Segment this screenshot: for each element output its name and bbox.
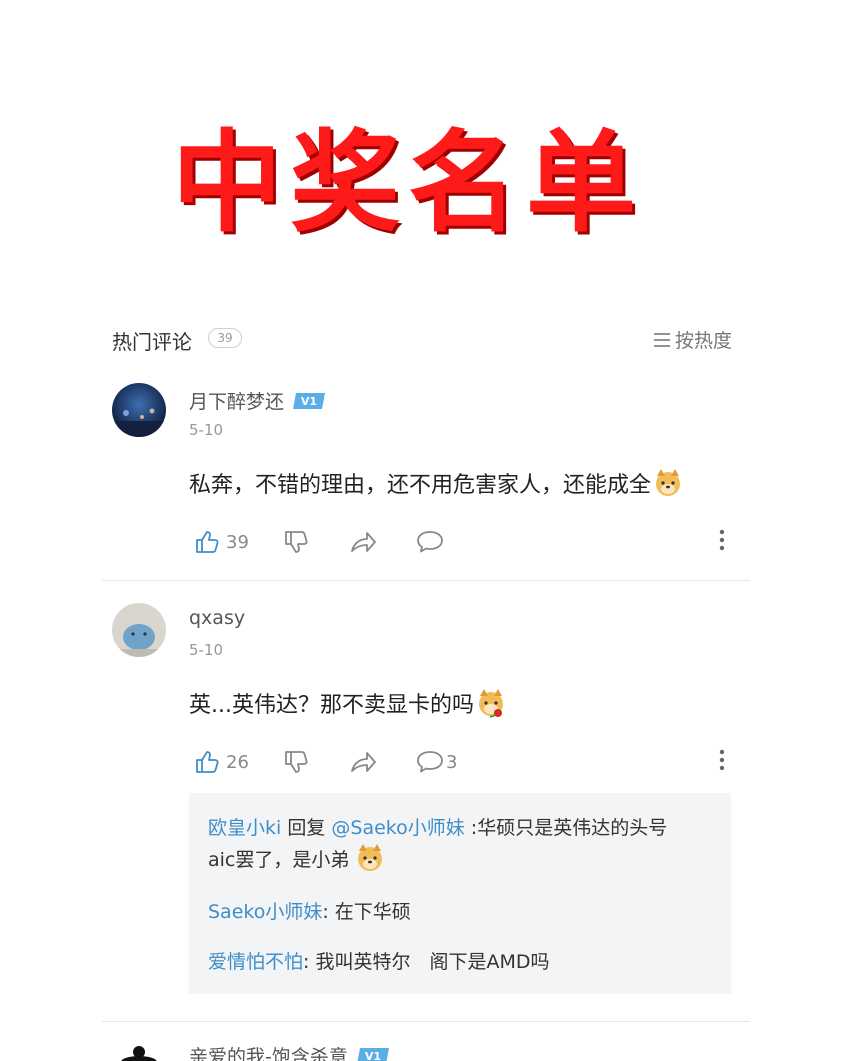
vip-badge-icon: V1 xyxy=(357,1047,389,1061)
like-button[interactable]: 39 xyxy=(194,529,249,555)
reply-mention[interactable]: @Saeko小师妹 xyxy=(331,817,464,839)
comment-item: 亲爱的我-饱含杀意 V1 xyxy=(112,1040,732,1061)
comment-actions: 26 3 xyxy=(189,749,732,779)
comment-username[interactable]: qxasy xyxy=(189,607,245,629)
comment-count-badge: 39 xyxy=(208,328,242,348)
avatar[interactable] xyxy=(112,603,166,657)
divider xyxy=(102,1021,750,1022)
more-vertical-icon xyxy=(719,529,725,551)
sort-label: 按热度 xyxy=(674,330,732,352)
like-button[interactable]: 26 xyxy=(194,749,249,775)
more-options-button[interactable] xyxy=(719,749,725,771)
share-arrow-icon xyxy=(351,532,376,552)
svg-text:V1: V1 xyxy=(365,1050,381,1061)
like-count: 26 xyxy=(226,751,249,773)
avatar-silhouette-image xyxy=(121,1046,157,1061)
reply-item[interactable]: 爱情怕不怕: 我叫英特尔 阁下是AMD吗 xyxy=(208,946,708,978)
comment-actions: 39 xyxy=(189,529,732,559)
banner-title: 中奖名单 xyxy=(172,119,644,247)
dislike-button[interactable] xyxy=(283,529,309,555)
comment-bubble-icon xyxy=(417,751,443,773)
thumbs-down-icon xyxy=(285,751,308,773)
doge-icon xyxy=(656,469,681,496)
reply-text: :华硕只是英伟达的头号 xyxy=(470,817,668,839)
vip-badge-icon: V1 xyxy=(293,392,326,409)
avatar[interactable] xyxy=(112,1040,166,1061)
comment-text: 英...英伟达？那不卖显卡的吗 xyxy=(189,687,506,719)
reply-count: 3 xyxy=(446,751,458,773)
sort-button[interactable]: 按热度 xyxy=(653,326,732,353)
comment-item: 月下醉梦还 V1 5-10 私奔，不错的理由，还不用危害家人，还能成全 39 xyxy=(112,383,732,563)
reply-thread: 欧皇小ki 回复 @Saeko小师妹 :华硕只是英伟达的头号 aic罢了，是小弟… xyxy=(189,793,731,994)
reply-text: : 我叫英特尔 阁下是AMD吗 xyxy=(303,951,550,973)
avatar[interactable] xyxy=(112,383,166,437)
share-button[interactable] xyxy=(349,749,377,775)
doge-rose-icon xyxy=(478,689,503,718)
share-button[interactable] xyxy=(349,529,377,555)
comment-text: 私奔，不错的理由，还不用危害家人，还能成全 xyxy=(189,467,683,499)
reply-item[interactable]: 欧皇小ki 回复 @Saeko小师妹 :华硕只是英伟达的头号 aic罢了，是小弟 xyxy=(208,812,708,876)
more-options-button[interactable] xyxy=(719,529,725,551)
banner: 中奖名单 xyxy=(0,0,850,300)
reply-text: : 在下华硕 xyxy=(322,901,411,923)
section-title: 热门评论 xyxy=(112,330,192,354)
share-arrow-icon xyxy=(351,752,376,772)
reply-username[interactable]: 欧皇小ki xyxy=(208,817,281,839)
thumbs-down-icon xyxy=(285,531,308,553)
sort-lines-icon xyxy=(653,332,670,347)
dislike-button[interactable] xyxy=(283,749,309,775)
divider xyxy=(102,580,750,581)
avatar-night-city-image xyxy=(112,383,166,437)
thumbs-up-icon xyxy=(196,531,219,553)
avatar-whale-image xyxy=(112,603,166,657)
comment-username[interactable]: 月下醉梦还 V1 xyxy=(189,387,326,414)
reply-keyword: 回复 xyxy=(287,817,326,839)
comment-date: 5-10 xyxy=(189,421,224,439)
reply-item[interactable]: Saeko小师妹: 在下华硕 xyxy=(208,896,708,928)
comment-username[interactable]: 亲爱的我-饱含杀意 V1 xyxy=(189,1042,390,1061)
comments-header: 热门评论 39 按热度 xyxy=(112,320,732,356)
like-count: 39 xyxy=(226,531,249,553)
comment-bubble-icon xyxy=(417,531,443,553)
more-vertical-icon xyxy=(719,749,725,771)
reply-button[interactable]: 3 xyxy=(416,749,457,775)
svg-text:V1: V1 xyxy=(301,395,317,408)
thumbs-up-icon xyxy=(196,751,219,773)
comment-item: qxasy 5-10 英...英伟达？那不卖显卡的吗 26 3 xyxy=(112,603,732,783)
reply-username[interactable]: Saeko小师妹 xyxy=(208,901,322,923)
reply-username[interactable]: 爱情怕不怕 xyxy=(208,951,303,973)
reply-button[interactable] xyxy=(416,529,444,555)
comment-date: 5-10 xyxy=(189,641,224,659)
reply-text-continued: aic罢了，是小弟 xyxy=(208,849,350,871)
doge-icon xyxy=(358,843,383,871)
